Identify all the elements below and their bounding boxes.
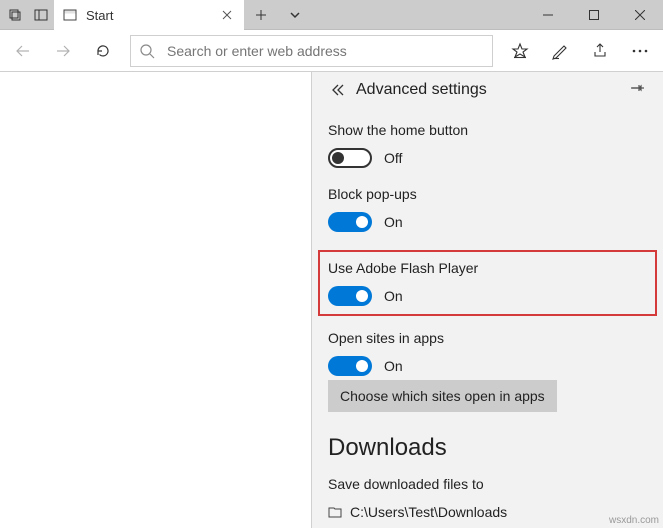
toolbar: [0, 30, 663, 72]
choose-sites-button[interactable]: Choose which sites open in apps: [328, 380, 557, 412]
share-button[interactable]: [581, 33, 619, 69]
panel-title: Advanced settings: [356, 81, 619, 99]
back-button[interactable]: [4, 33, 42, 69]
favorites-button[interactable]: [501, 33, 539, 69]
setting-home-button: Show the home button Off: [328, 122, 647, 168]
minimize-button[interactable]: [525, 0, 571, 30]
panel-pin-button[interactable]: [619, 72, 655, 108]
titlebar-drag-region[interactable]: [312, 0, 525, 29]
panel-header: Advanced settings: [312, 72, 663, 108]
setting-block-popups: Block pop-ups On: [328, 186, 647, 232]
new-tab-button[interactable]: [244, 0, 278, 30]
toggle-value: Off: [384, 150, 402, 166]
downloads-path-row: C:\Users\Test\Downloads: [328, 504, 647, 520]
setting-flash: Use Adobe Flash Player On: [318, 250, 657, 316]
tab-favicon-icon: [62, 7, 78, 23]
refresh-button[interactable]: [84, 33, 122, 69]
toggle-home-button[interactable]: Off: [328, 148, 647, 168]
address-input[interactable]: [165, 42, 484, 60]
search-icon: [139, 43, 155, 59]
toggle-switch[interactable]: [328, 148, 372, 168]
toggle-switch[interactable]: [328, 356, 372, 376]
close-window-button[interactable]: [617, 0, 663, 30]
toggle-block-popups[interactable]: On: [328, 212, 647, 232]
advanced-settings-panel[interactable]: Advanced settings Show the home button O…: [311, 72, 663, 528]
tab-close-button[interactable]: [218, 6, 236, 24]
forward-button[interactable]: [44, 33, 82, 69]
toggle-flash[interactable]: On: [328, 286, 647, 306]
panel-back-button[interactable]: [320, 72, 356, 108]
toggle-open-in-apps[interactable]: On: [328, 356, 647, 376]
tab-preview-icon[interactable]: [2, 0, 28, 30]
maximize-button[interactable]: [571, 0, 617, 30]
toggle-value: On: [384, 358, 403, 374]
window-controls: [525, 0, 663, 29]
panel-body: Show the home button Off Block pop-ups O…: [312, 108, 663, 528]
notes-button[interactable]: [541, 33, 579, 69]
setting-label: Block pop-ups: [328, 186, 647, 202]
more-button[interactable]: [621, 33, 659, 69]
tab-actions-dropdown[interactable]: [278, 0, 312, 30]
downloads-path: C:\Users\Test\Downloads: [350, 504, 507, 520]
toggle-value: On: [384, 288, 403, 304]
browser-tab[interactable]: Start: [54, 0, 244, 30]
setting-open-in-apps: Open sites in apps On Choose which sites…: [328, 330, 647, 412]
titlebar-left: [0, 0, 54, 29]
page-viewport: [0, 72, 311, 528]
setting-label: Use Adobe Flash Player: [328, 260, 647, 276]
setting-label: Open sites in apps: [328, 330, 647, 346]
toggle-switch[interactable]: [328, 286, 372, 306]
setting-label: Show the home button: [328, 122, 647, 138]
folder-icon: [328, 505, 342, 519]
toggle-switch[interactable]: [328, 212, 372, 232]
downloads-heading: Downloads: [328, 434, 647, 462]
set-aside-tabs-icon[interactable]: [28, 0, 54, 30]
tab-title: Start: [86, 8, 218, 23]
content-area: Advanced settings Show the home button O…: [0, 72, 663, 528]
window-titlebar: Start: [0, 0, 663, 30]
address-bar[interactable]: [130, 35, 493, 67]
toggle-value: On: [384, 214, 403, 230]
downloads-save-label: Save downloaded files to: [328, 476, 647, 492]
